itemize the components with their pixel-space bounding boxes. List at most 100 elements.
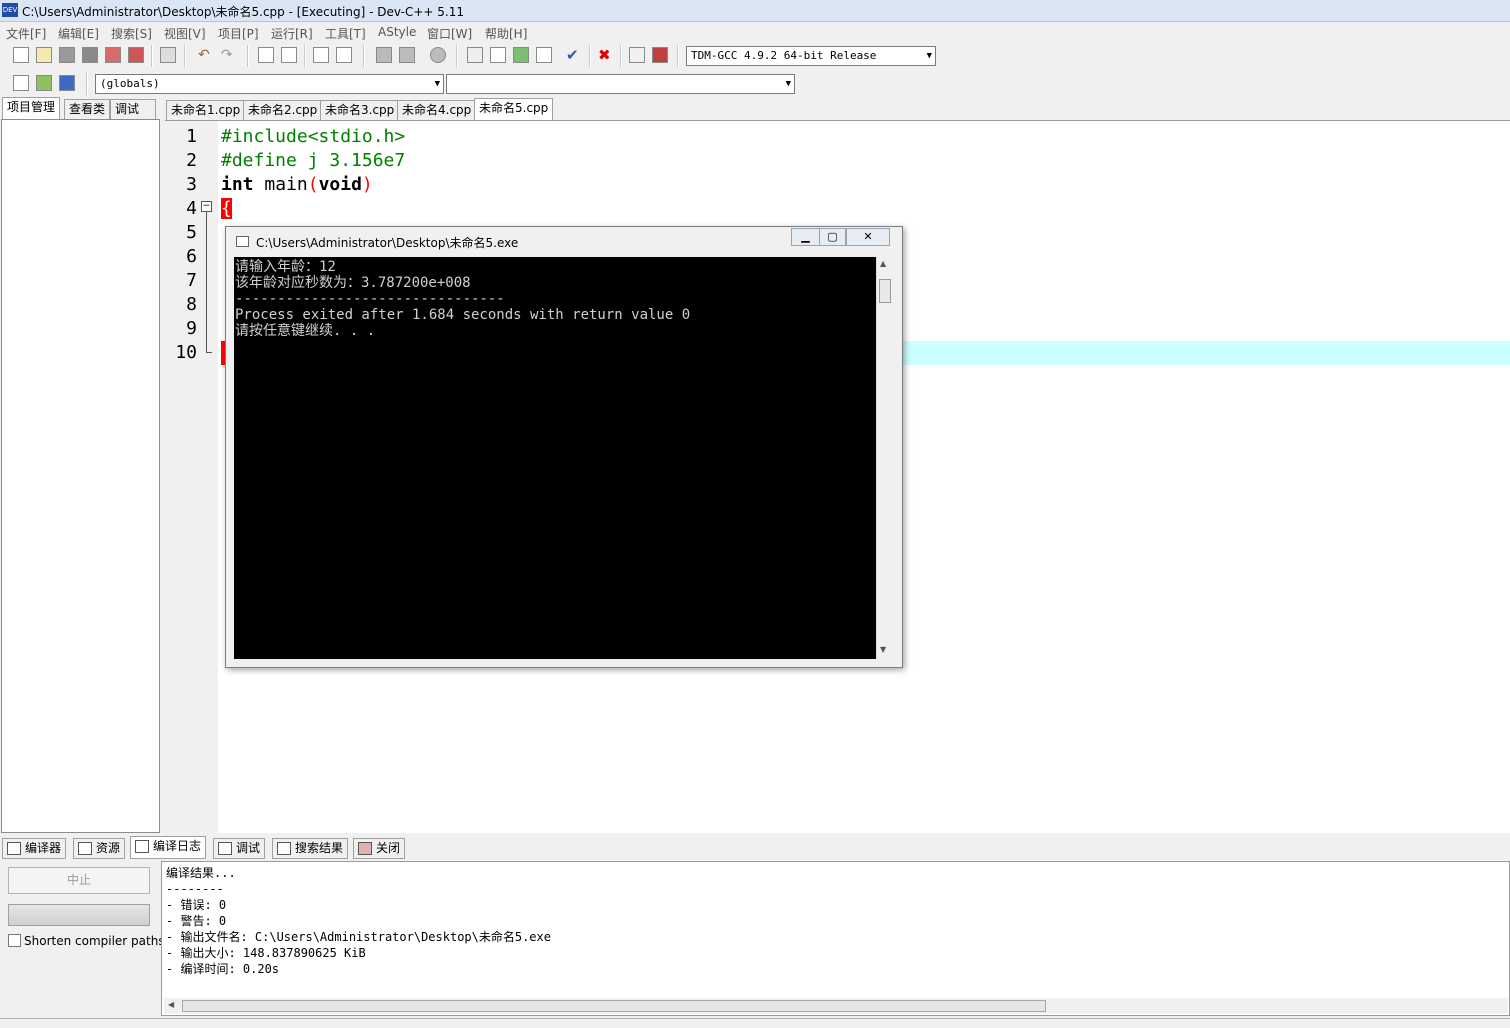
close-button[interactable]: ✕ [846, 228, 890, 246]
scroll-left-icon[interactable]: ◀ [168, 1000, 174, 1009]
undo-icon[interactable]: ↶ [198, 47, 214, 63]
tab-file-4[interactable]: 未命名4.cpp [397, 100, 477, 120]
search-icon [277, 842, 291, 855]
check-icon [218, 842, 232, 855]
close-all-icon[interactable] [128, 47, 144, 63]
title-bar: DEV C:\Users\Administrator\Desktop\未命名5.… [0, 0, 1510, 22]
minimize-button[interactable]: ▁ [791, 228, 820, 246]
code-line-2: #define j 3.156e7 [221, 150, 406, 171]
tab-search-results[interactable]: 搜索结果 [272, 838, 349, 859]
tab-label: 资源 [96, 841, 121, 855]
console-line: Process exited after 1.684 seconds with … [235, 307, 691, 323]
log-line: - 错误: 0 [166, 898, 227, 912]
compile-progress-bar [8, 904, 150, 926]
syntax-check-icon[interactable]: ✔ [566, 47, 582, 63]
toggle-bookmark-icon[interactable] [313, 47, 329, 63]
close-paren: ) [361, 174, 373, 195]
tab-file-1[interactable]: 未命名1.cpp [166, 100, 246, 120]
new-file-icon[interactable] [13, 47, 29, 63]
console-window[interactable]: C:\Users\Administrator\Desktop\未命名5.exe … [225, 226, 903, 668]
compile-run-icon[interactable] [513, 47, 529, 63]
redo-icon[interactable]: ↷ [221, 47, 237, 63]
close-file-icon[interactable] [105, 47, 121, 63]
console-app-icon [236, 236, 249, 247]
tab-debug[interactable]: 调试 [110, 99, 156, 119]
tab-project-manager[interactable]: 项目管理 [2, 97, 61, 119]
goto-declaration-icon[interactable] [36, 75, 52, 91]
goto-definition-icon[interactable] [59, 75, 75, 91]
code-line-1: #include<stdio.h> [221, 126, 406, 147]
shorten-paths-checkbox[interactable] [8, 934, 21, 947]
stop-compile-button[interactable]: 中止 [8, 867, 150, 894]
replace-icon[interactable] [281, 47, 297, 63]
profile-analysis-icon[interactable] [629, 47, 645, 63]
log-line: - 输出文件名: C:\Users\Administrator\Desktop\… [166, 930, 551, 944]
log-horizontal-scrollbar[interactable]: ◀ [164, 998, 1508, 1014]
line-number: 8 [186, 294, 197, 315]
tab-debug-output[interactable]: 调试 [213, 838, 266, 859]
code-line-4: { [221, 197, 232, 221]
tab-resources[interactable]: 资源 [73, 838, 126, 859]
open-paren: ( [307, 174, 319, 195]
line-number: 1 [186, 126, 197, 147]
menu-view[interactable]: 视图[V] [164, 25, 206, 42]
tab-file-2[interactable]: 未命名2.cpp [243, 100, 323, 120]
tab-compile-log[interactable]: 编译日志 [130, 836, 207, 859]
menu-file[interactable]: 文件[F] [6, 25, 46, 42]
print-icon[interactable] [160, 47, 176, 63]
delete-profile-icon[interactable] [652, 47, 668, 63]
chevron-down-icon: ▼ [926, 51, 932, 61]
log-line: - 输出大小: 148.837890625 KiB [166, 946, 366, 960]
scope-select[interactable]: (globals) ▼ [95, 74, 444, 94]
menu-help[interactable]: 帮助[H] [485, 25, 527, 42]
compile-icon[interactable] [467, 47, 483, 63]
dev-cpp-app-icon: DEV [2, 3, 18, 17]
menu-edit[interactable]: 编辑[E] [58, 25, 99, 42]
fold-guide-end [206, 352, 212, 353]
stop-execution-icon[interactable]: ✖ [598, 47, 614, 63]
tab-file-5[interactable]: 未命名5.cpp [474, 98, 554, 120]
compiler-select[interactable]: TDM-GCC 4.9.2 64-bit Release ▼ [686, 46, 936, 66]
compile-log[interactable]: 编译结果... -------- - 错误: 0 - 警告: 0 - 输出文件名… [161, 861, 1510, 1016]
scroll-up-icon[interactable]: ▲ [880, 259, 886, 268]
line-number: 5 [186, 222, 197, 243]
console-title: C:\Users\Administrator\Desktop\未命名5.exe [256, 236, 519, 250]
menu-search[interactable]: 搜索[S] [111, 25, 152, 42]
console-scrollbar[interactable]: ▲ ▼ [876, 257, 894, 659]
menu-project[interactable]: 项目[P] [218, 25, 259, 42]
maximize-button[interactable]: ▢ [819, 228, 846, 246]
project-options-icon[interactable] [430, 47, 446, 63]
console-output[interactable]: 请输入年龄：12 该年龄对应秒数为：3.787200e+008 --------… [234, 257, 876, 659]
save-icon[interactable] [59, 47, 75, 63]
shorten-paths-option[interactable]: Shorten compiler paths [8, 934, 165, 948]
save-all-icon[interactable] [82, 47, 98, 63]
run-icon[interactable] [490, 47, 506, 63]
scroll-thumb[interactable] [182, 1000, 1046, 1012]
tab-file-3[interactable]: 未命名3.cpp [320, 100, 400, 120]
menu-run[interactable]: 运行[R] [271, 25, 313, 42]
menu-astyle[interactable]: AStyle [378, 25, 416, 39]
project-tree-panel[interactable] [1, 119, 160, 833]
tab-close[interactable]: 关闭 [353, 838, 406, 859]
console-line: 请按任意键继续. . . [235, 323, 376, 339]
menu-tools[interactable]: 工具[T] [325, 25, 366, 42]
rebuild-all-icon[interactable] [536, 47, 552, 63]
log-line: - 编译时间: 0.20s [166, 962, 280, 976]
open-file-icon[interactable] [36, 47, 52, 63]
insert-icon[interactable] [13, 75, 29, 91]
goto-line-icon[interactable] [336, 47, 352, 63]
tab-compiler[interactable]: 编译器 [2, 838, 67, 859]
project-add-icon[interactable] [399, 47, 415, 63]
window-title: C:\Users\Administrator\Desktop\未命名5.cpp … [22, 5, 464, 19]
project-new-icon[interactable] [376, 47, 392, 63]
tab-class-browser[interactable]: 查看类 [64, 99, 111, 119]
resources-icon [78, 842, 92, 855]
find-icon[interactable] [258, 47, 274, 63]
bar-chart-icon [135, 840, 149, 853]
menu-window[interactable]: 窗口[W] [427, 25, 472, 42]
function-select[interactable]: ▼ [446, 74, 795, 94]
fold-collapse-icon[interactable]: − [201, 201, 212, 212]
scroll-thumb[interactable] [879, 279, 891, 303]
scroll-down-icon[interactable]: ▼ [880, 645, 886, 654]
close-icon [358, 842, 372, 855]
